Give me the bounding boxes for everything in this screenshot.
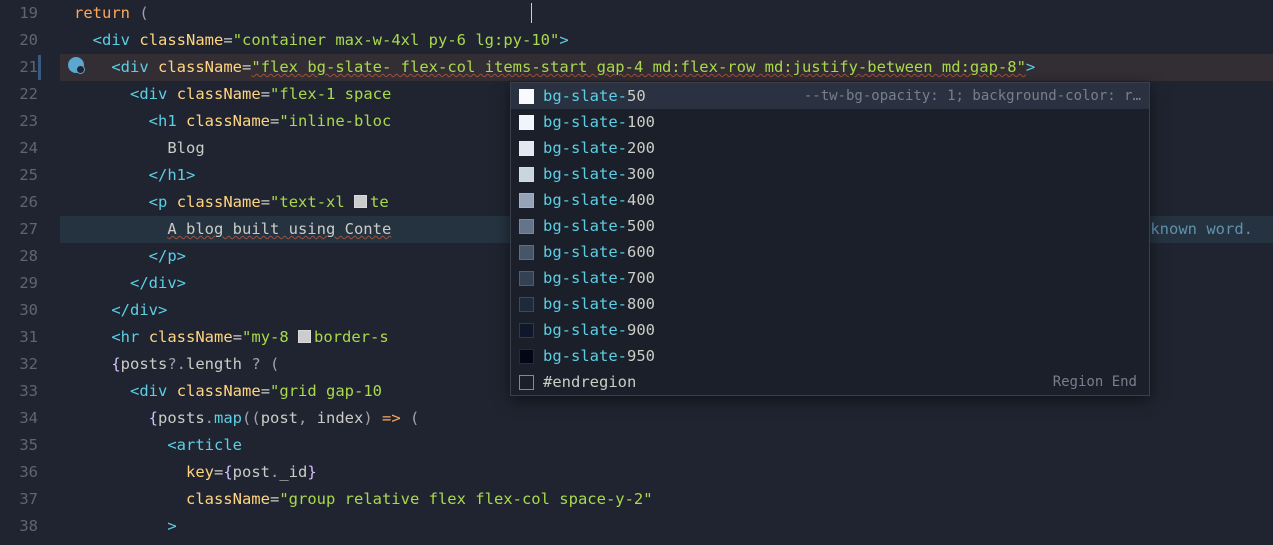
line-number: 32 [0,351,38,378]
code-line[interactable]: key={post._id} [60,459,1273,486]
line-number: 22 [0,81,38,108]
line-number: 25 [0,162,38,189]
autocomplete-item[interactable]: bg-slate-200 [511,135,1149,161]
autocomplete-item[interactable]: bg-slate-500 [511,213,1149,239]
autocomplete-item[interactable]: bg-slate-50 --tw-bg-opacity: 1; backgroun… [511,83,1149,109]
color-swatch-icon [519,297,534,312]
color-swatch-icon [519,375,534,390]
color-swatch-icon [519,193,534,208]
autocomplete-item[interactable]: bg-slate-700 [511,265,1149,291]
color-swatch-icon [354,195,367,208]
autocomplete-label: bg-slate-900 [543,321,655,339]
autocomplete-item[interactable]: bg-slate-800 [511,291,1149,317]
autocomplete-label: bg-slate-700 [543,269,655,287]
autocomplete-item[interactable]: bg-slate-950 [511,343,1149,369]
autocomplete-label: bg-slate-100 [543,113,655,131]
line-number: 20 [0,27,38,54]
autocomplete-popup[interactable]: bg-slate-50 --tw-bg-opacity: 1; backgroun… [510,82,1150,396]
autocomplete-label: bg-slate-950 [543,347,655,365]
line-number: 33 [0,378,38,405]
autocomplete-label: bg-slate-400 [543,191,655,209]
line-number: 24 [0,135,38,162]
autocomplete-item[interactable]: bg-slate-300 [511,161,1149,187]
line-number: 35 [0,432,38,459]
line-number: 28 [0,243,38,270]
color-swatch-icon [519,89,534,104]
line-number: 29 [0,270,38,297]
lightbulb-icon[interactable] [68,57,84,73]
line-number: 36 [0,459,38,486]
color-swatch-icon [519,271,534,286]
line-number: 30 [0,297,38,324]
autocomplete-item[interactable]: #endregion Region End [511,369,1149,395]
line-number: 27 [0,216,38,243]
autocomplete-label: bg-slate-600 [543,243,655,261]
change-indicator [38,55,41,80]
line-number: 23 [0,108,38,135]
autocomplete-item[interactable]: bg-slate-600 [511,239,1149,265]
color-swatch-icon [519,349,534,364]
code-line[interactable]: <article [60,432,1273,459]
line-number: 26 [0,189,38,216]
code-line[interactable]: {posts.map((post, index) => ( [60,405,1273,432]
color-swatch-icon [298,330,311,343]
line-number: 38 [0,513,38,540]
line-number: 37 [0,486,38,513]
color-swatch-icon [519,219,534,234]
code-line[interactable]: return ( [60,0,1273,27]
autocomplete-side: Region End [1053,374,1141,390]
autocomplete-item[interactable]: bg-slate-400 [511,187,1149,213]
autocomplete-label: bg-slate-50 [543,87,646,105]
color-swatch-icon [519,141,534,156]
autocomplete-label: bg-slate-200 [543,139,655,157]
autocomplete-item[interactable]: bg-slate-900 [511,317,1149,343]
color-swatch-icon [519,167,534,182]
code-area[interactable]: return ( <div className="container max-w… [60,0,1273,545]
code-line[interactable]: > [60,513,1273,540]
line-number: 34 [0,405,38,432]
inline-hint: known word. [1150,216,1253,243]
autocomplete-doc: --tw-bg-opacity: 1; background-color: r… [804,88,1141,104]
autocomplete-label: bg-slate-500 [543,217,655,235]
code-line[interactable]: className="group relative flex flex-col … [60,486,1273,513]
line-number-gutter: 1920212223242526272829303132333435363738 [0,0,60,545]
code-editor[interactable]: 1920212223242526272829303132333435363738… [0,0,1273,545]
line-number: 31 [0,324,38,351]
autocomplete-label: #endregion [543,373,636,391]
autocomplete-label: bg-slate-800 [543,295,655,313]
code-line-active[interactable]: <div className="flex bg-slate- flex-col … [60,54,1273,81]
autocomplete-label: bg-slate-300 [543,165,655,183]
color-swatch-icon [519,115,534,130]
autocomplete-item[interactable]: bg-slate-100 [511,109,1149,135]
line-number: 19 [0,0,38,27]
color-swatch-icon [519,245,534,260]
color-swatch-icon [519,323,534,338]
code-line[interactable]: <div className="container max-w-4xl py-6… [60,27,1273,54]
line-number: 21 [0,54,38,81]
